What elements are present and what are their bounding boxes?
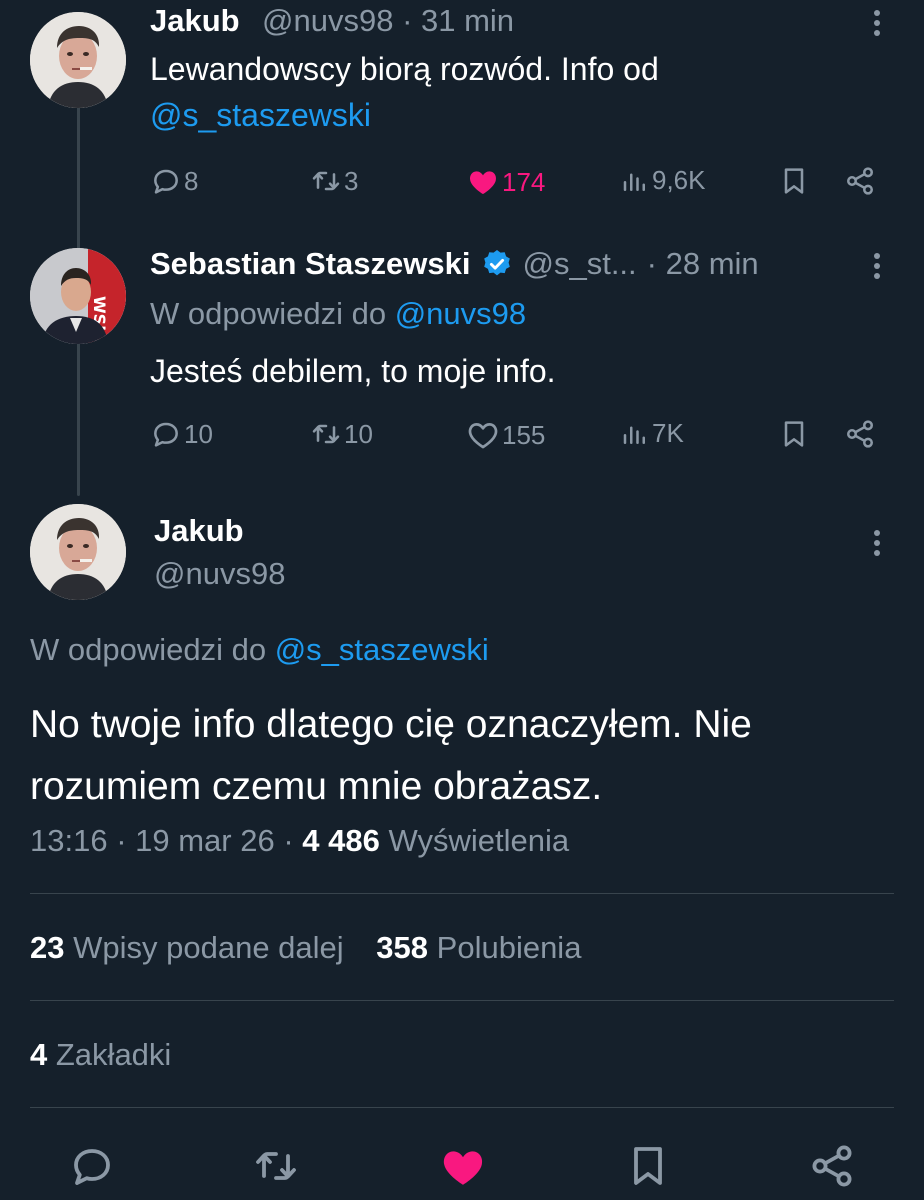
tweet-2-like-button[interactable]: 155 xyxy=(466,418,545,452)
bookmark-icon xyxy=(778,165,810,197)
focused-views-count: 4 486 xyxy=(302,823,380,858)
tweet-2-reply-button[interactable]: 10 xyxy=(150,418,213,450)
tweet-1-share-button[interactable] xyxy=(844,165,876,197)
focused-share-button[interactable] xyxy=(808,1142,856,1190)
retweet-icon xyxy=(310,418,342,450)
focused-views-label: Wyświetlenia xyxy=(388,823,570,858)
focused-retweet-button[interactable] xyxy=(252,1142,300,1190)
focused-more-icon[interactable] xyxy=(872,530,882,560)
tweet-1-bookmark-button[interactable] xyxy=(778,165,810,197)
divider-2 xyxy=(30,1000,894,1001)
bookmark-icon xyxy=(624,1142,672,1190)
tweet-2-retweet-button[interactable]: 10 xyxy=(310,418,373,450)
verified-icon xyxy=(483,250,510,276)
tweet-2-share-button[interactable] xyxy=(844,418,876,450)
focused-reply-button[interactable] xyxy=(68,1142,116,1190)
tweet-2-reply-context: W odpowiedzi do @nuvs98 xyxy=(150,296,527,331)
divider-1 xyxy=(30,893,894,894)
focused-timestamp[interactable]: 13:16 · 19 mar 26 · xyxy=(30,823,294,858)
focused-like-button[interactable] xyxy=(438,1142,488,1192)
avatar-sebastian-staszewski[interactable]: WSKI xyxy=(30,248,126,344)
focused-stats-row: 23 Wpisy podane dalej 358 Polubienia xyxy=(30,930,581,966)
views-icon xyxy=(620,419,650,449)
focused-author-name[interactable]: Jakub xyxy=(154,513,244,549)
reply-icon xyxy=(150,418,182,450)
avatar-jakub[interactable] xyxy=(30,12,126,108)
tweet-1-text: Lewandowscy biorą rozwód. Info od @s_sta… xyxy=(150,46,850,138)
retweets-stat[interactable]: 23 Wpisy podane dalej xyxy=(30,930,352,965)
retweet-icon xyxy=(252,1142,300,1190)
share-icon xyxy=(844,418,876,450)
like-icon xyxy=(466,165,500,199)
share-icon xyxy=(808,1142,856,1190)
reply-icon xyxy=(150,165,182,197)
avatar-jakub-focused[interactable] xyxy=(30,504,126,600)
tweet-1-mention[interactable]: @s_staszewski xyxy=(150,92,850,138)
bookmark-icon xyxy=(778,418,810,450)
tweet-2-author-name[interactable]: Sebastian Staszewski xyxy=(150,246,471,282)
tweet-2-reply-to-link[interactable]: @nuvs98 xyxy=(395,296,526,331)
tweet-1-retweet-button[interactable]: 3 xyxy=(310,165,358,197)
focused-bookmark-button[interactable] xyxy=(624,1142,672,1190)
like-icon xyxy=(438,1142,488,1192)
like-icon xyxy=(466,418,500,452)
focused-author-handle[interactable]: @nuvs98 xyxy=(154,556,285,592)
tweet-2-time[interactable]: · 28 min xyxy=(647,246,759,282)
focused-timestamp-row: 13:16 · 19 mar 26 · 4 486 Wyświetlenia xyxy=(30,823,569,859)
tweet-1-reply-button[interactable]: 8 xyxy=(150,165,198,197)
focused-reply-to-link[interactable]: @s_staszewski xyxy=(275,632,489,667)
tweet-1-more-icon[interactable] xyxy=(872,10,882,40)
share-icon xyxy=(844,165,876,197)
tweet-2-text: Jesteś debilem, to moje info. xyxy=(150,353,556,389)
tweet-1-author-handle[interactable]: @nuvs98 xyxy=(262,3,393,38)
tweet-2-views-button[interactable]: 7K xyxy=(620,418,684,449)
retweet-icon xyxy=(310,165,342,197)
tweet-2-more-icon[interactable] xyxy=(872,253,882,283)
reply-icon xyxy=(68,1142,116,1190)
tweet-2-author-handle[interactable]: @s_st... xyxy=(523,246,637,282)
bookmarks-stat[interactable]: 4 Zakładki xyxy=(30,1037,171,1073)
likes-stat[interactable]: 358 Polubienia xyxy=(376,930,581,965)
tweet-1-like-button[interactable]: 174 xyxy=(466,165,545,199)
tweet-2-bookmark-button[interactable] xyxy=(778,418,810,450)
tweet-1-time[interactable]: · 31 min xyxy=(402,3,514,38)
views-icon xyxy=(620,166,650,196)
focused-tweet-text: No twoje info dlatego cię oznaczyłem. Ni… xyxy=(30,703,752,808)
tweet-1-views-button[interactable]: 9,6K xyxy=(620,165,706,196)
focused-reply-context: W odpowiedzi do @s_staszewski xyxy=(30,632,489,667)
tweet-1-author-name[interactable]: Jakub xyxy=(150,3,240,39)
divider-3 xyxy=(30,1107,894,1108)
